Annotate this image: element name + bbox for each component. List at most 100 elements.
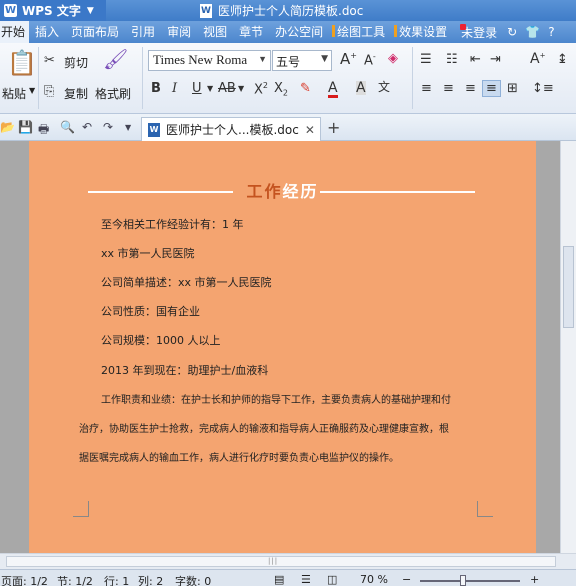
print-icon[interactable]: 🖶 bbox=[38, 120, 49, 141]
document-canvas[interactable]: 工作经历 至今相关工作经验计有：1 年 xx 市第一人民医院 公司简单描述：xx… bbox=[0, 141, 560, 553]
italic-icon[interactable]: I bbox=[172, 82, 177, 95]
redo-icon[interactable]: ↷ bbox=[103, 120, 113, 134]
chevron-down-icon[interactable]: ▼ bbox=[238, 85, 244, 93]
paste-dropdown-icon[interactable]: ▼ bbox=[29, 86, 35, 95]
print-preview-icon[interactable]: 🔍 bbox=[60, 120, 75, 134]
subscript-icon[interactable]: X2 bbox=[274, 82, 288, 98]
status-word-count[interactable]: 字数: 0 bbox=[175, 573, 211, 586]
menu-home[interactable]: 开始 bbox=[0, 21, 30, 43]
menu-office-space[interactable]: 办公空间 bbox=[269, 21, 329, 43]
body-line: 公司规模：1000 人以上 bbox=[101, 334, 221, 347]
close-icon[interactable]: ✕ bbox=[305, 123, 315, 137]
status-bar: 页面: 1/2 节: 1/2 行: 1 列: 2 字数: 0 ▤ ☰ ◫ 70 … bbox=[0, 569, 576, 586]
format-painter-icon[interactable]: 🖌 bbox=[103, 49, 128, 69]
chevron-down-icon: ▼ bbox=[86, 5, 94, 16]
zoom-out-icon[interactable]: − bbox=[402, 573, 411, 586]
sync-icon[interactable]: ↻ bbox=[507, 25, 517, 39]
bold-icon[interactable]: B bbox=[151, 82, 161, 95]
chevron-down-icon[interactable]: ▼ bbox=[207, 85, 213, 93]
title-bar: W WPS 文字 ▼ W 医师护士个人简历模板.doc bbox=[0, 0, 576, 21]
heading-part-accent: 工作 bbox=[246, 182, 283, 201]
numbered-list-icon[interactable]: ☷ bbox=[446, 53, 458, 66]
phonetic-icon[interactable]: 文 bbox=[378, 81, 390, 93]
open-folder-icon[interactable]: 📂 bbox=[0, 120, 15, 134]
font-size-select[interactable]: 五号 ▼ bbox=[272, 50, 332, 71]
web-view-icon[interactable]: ◫ bbox=[327, 573, 337, 586]
section-heading: 工作经历 bbox=[29, 178, 536, 202]
outline-view-icon[interactable]: ☰ bbox=[301, 573, 311, 586]
status-page[interactable]: 页面: 1/2 bbox=[1, 573, 48, 586]
menu-section[interactable]: 章节 bbox=[233, 21, 269, 43]
ruler-icon[interactable]: ↨ bbox=[557, 53, 568, 66]
copy-icon[interactable]: ⎘ bbox=[44, 85, 54, 98]
justify-icon[interactable]: ≡ bbox=[482, 80, 501, 97]
vertical-scrollbar[interactable] bbox=[560, 141, 576, 553]
login-label: 未登录 bbox=[461, 25, 498, 40]
help-icon[interactable]: ? bbox=[548, 25, 554, 39]
distribute-icon[interactable]: ⊞ bbox=[507, 82, 518, 95]
paste-icon[interactable]: 📋 bbox=[7, 51, 37, 75]
context-tab-marker bbox=[332, 25, 336, 37]
body-line: 据医嘱完成病人的输血工作，病人进行化疗时要负责心电监护仪的操作。 bbox=[79, 453, 399, 464]
scissors-icon[interactable]: ✂ bbox=[44, 54, 55, 67]
menu-review[interactable]: 审阅 bbox=[161, 21, 197, 43]
horizontal-scrollbar[interactable]: ||| bbox=[0, 553, 576, 569]
customize-toolbar-icon[interactable]: ▼ bbox=[125, 123, 131, 132]
clear-format-icon[interactable]: ◈ bbox=[388, 52, 398, 65]
text-effects-icon[interactable]: A+ bbox=[530, 52, 545, 66]
body-line: 至今相关工作经验计有：1 年 bbox=[101, 218, 244, 231]
bullet-list-icon[interactable]: ☰ bbox=[420, 53, 432, 66]
superscript-icon[interactable]: X2 bbox=[254, 82, 268, 97]
body-line: 2013 年到现在：助理护士/血液科 bbox=[101, 364, 269, 377]
skin-icon[interactable]: 👕 bbox=[525, 25, 540, 39]
new-tab-icon[interactable]: + bbox=[327, 118, 340, 137]
strikethrough-icon[interactable]: AB bbox=[218, 82, 236, 95]
vertical-scroll-thumb[interactable] bbox=[563, 246, 574, 328]
menu-effect-settings[interactable]: 效果设置 bbox=[391, 21, 453, 43]
menu-references[interactable]: 引用 bbox=[125, 21, 161, 43]
format-painter-button[interactable]: 格式刷 bbox=[95, 85, 131, 102]
chevron-down-icon: ▼ bbox=[258, 54, 267, 64]
menu-drawing-tools[interactable]: 绘图工具 bbox=[329, 21, 391, 43]
shrink-font-icon[interactable]: A- bbox=[364, 53, 376, 68]
window-title: W 医师护士个人简历模板.doc bbox=[200, 2, 363, 19]
login-button[interactable]: 未登录 bbox=[457, 23, 501, 41]
decrease-indent-icon[interactable]: ⇤ bbox=[470, 53, 481, 66]
margin-corner-mark bbox=[477, 501, 493, 517]
page-view-icon[interactable]: ▤ bbox=[274, 573, 284, 586]
zoom-in-icon[interactable]: + bbox=[530, 573, 539, 586]
align-center-icon[interactable]: ≡ bbox=[443, 82, 454, 95]
cut-button[interactable]: 剪切 bbox=[64, 54, 88, 71]
increase-indent-icon[interactable]: ⇥ bbox=[490, 53, 501, 66]
document-tab[interactable]: W 医师护士个人...模板.doc ✕ bbox=[141, 117, 321, 141]
menu-bar: 开始 插入 页面布局 引用 审阅 视图 章节 办公空间 绘图工具 效果设置 未登… bbox=[0, 21, 576, 43]
align-right-icon[interactable]: ≡ bbox=[465, 82, 476, 95]
menu-view[interactable]: 视图 bbox=[197, 21, 233, 43]
menu-page-layout[interactable]: 页面布局 bbox=[65, 21, 125, 43]
word-doc-icon: W bbox=[200, 3, 212, 18]
heading-part-white: 经历 bbox=[282, 182, 319, 201]
document-tab-bar: 📂 💾 🖶 🔍 ↶ ↷ ▼ W 医师护士个人...模板.doc ✕ + bbox=[0, 114, 576, 141]
document-page[interactable]: 工作经历 至今相关工作经验计有：1 年 xx 市第一人民医院 公司简单描述：xx… bbox=[29, 141, 536, 553]
line-spacing-icon[interactable]: ↕≡ bbox=[532, 82, 554, 95]
font-color-icon[interactable]: A bbox=[328, 81, 338, 98]
save-icon[interactable]: 💾 bbox=[18, 120, 33, 134]
copy-button[interactable]: 复制 bbox=[64, 85, 88, 102]
wps-logo-icon: W bbox=[4, 4, 17, 17]
paste-button[interactable]: 粘贴 bbox=[2, 85, 26, 102]
font-name-select[interactable]: Times New Roma ▼ bbox=[148, 50, 271, 71]
align-left-icon[interactable]: ≡ bbox=[421, 82, 432, 95]
horizontal-scroll-thumb[interactable] bbox=[6, 556, 556, 567]
zoom-level[interactable]: 70 % bbox=[360, 573, 388, 586]
grow-font-icon[interactable]: A+ bbox=[340, 52, 357, 67]
menu-insert[interactable]: 插入 bbox=[29, 21, 65, 43]
word-doc-icon: W bbox=[148, 122, 160, 137]
app-menu-button[interactable]: W WPS 文字 ▼ bbox=[0, 0, 106, 21]
font-size-value: 五号 bbox=[276, 55, 301, 69]
char-shading-icon[interactable]: A bbox=[356, 81, 366, 95]
zoom-slider-handle[interactable] bbox=[460, 575, 466, 586]
highlight-icon[interactable]: ✎ bbox=[300, 82, 311, 95]
zoom-slider-track[interactable] bbox=[420, 580, 520, 582]
undo-icon[interactable]: ↶ bbox=[82, 120, 92, 134]
underline-icon[interactable]: U bbox=[192, 82, 202, 95]
